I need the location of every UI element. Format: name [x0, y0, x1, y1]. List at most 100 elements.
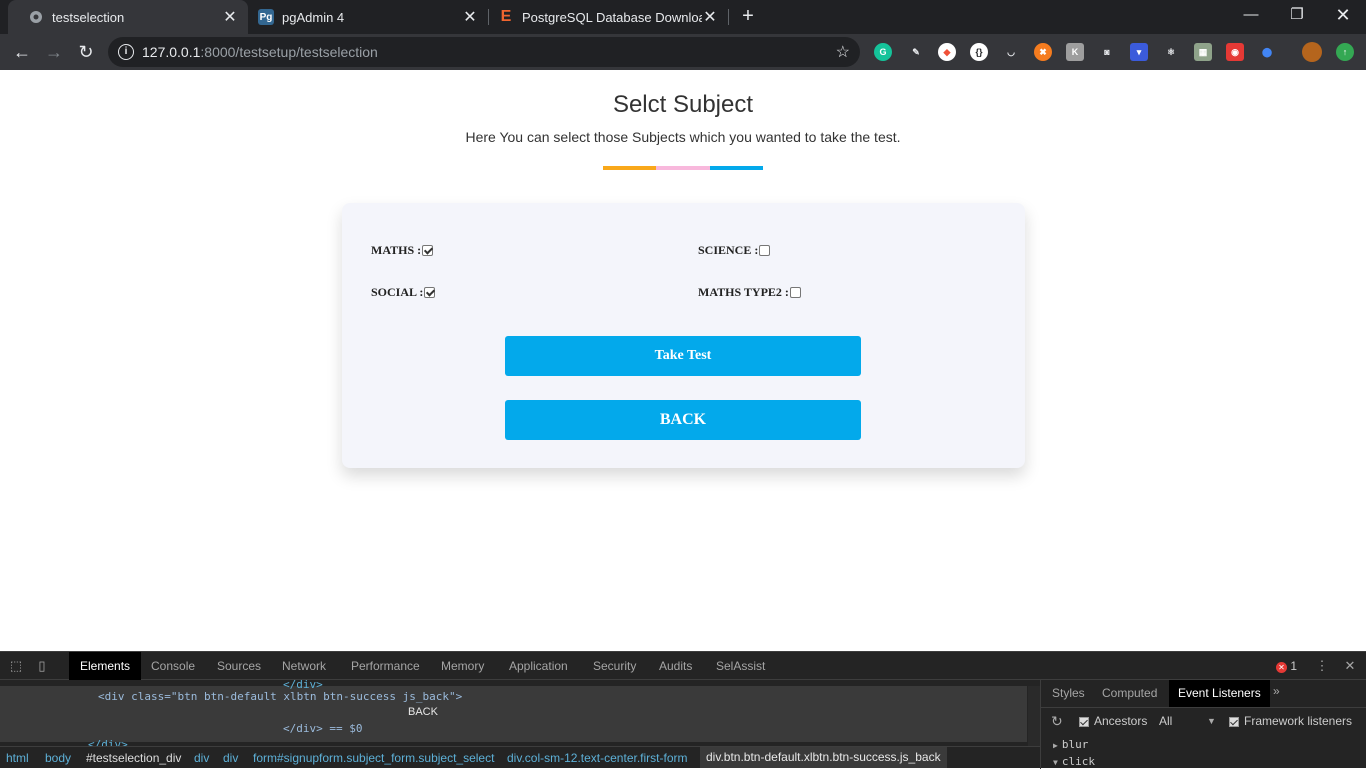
- breadcrumb-item[interactable]: html: [6, 751, 29, 765]
- tab-testselection[interactable]: testselection ✕: [8, 0, 248, 34]
- breadcrumb-item[interactable]: div: [194, 751, 209, 765]
- accent-bar-pink: [656, 166, 710, 170]
- edb-favicon-icon: E: [500, 8, 512, 25]
- tab-pgadmin[interactable]: Pg pgAdmin 4 ✕: [238, 0, 488, 34]
- more-options-icon[interactable]: ⋮: [1314, 658, 1330, 674]
- page-title: Selct Subject: [612, 91, 754, 118]
- bookmark-star-icon[interactable]: ☆: [836, 42, 850, 62]
- tab-postgresql[interactable]: E PostgreSQL Database Download ✕: [478, 0, 728, 34]
- code-line-div-open[interactable]: <div class="btn btn-default xlbtn btn-su…: [98, 690, 462, 703]
- close-tab-icon[interactable]: ✕: [462, 7, 478, 27]
- breadcrumb-item[interactable]: div.col-sm-12.text-center.first-form: [507, 751, 687, 765]
- swift-icon[interactable]: ◆: [938, 43, 956, 61]
- sheet-extension-icon[interactable]: ▦: [1194, 43, 1212, 61]
- k-extension-icon[interactable]: K: [1066, 43, 1084, 61]
- page-content: Selct Subject Here You can select those …: [0, 70, 1366, 651]
- refresh-icon[interactable]: ↻: [1051, 713, 1063, 730]
- side-tab-styles[interactable]: Styles: [1043, 680, 1094, 707]
- subject-science[interactable]: SCIENCE :: [698, 243, 771, 258]
- orange-extension-icon[interactable]: ✖: [1034, 43, 1052, 61]
- breadcrumb-item[interactable]: div: [223, 751, 238, 765]
- tab-title: testselection: [52, 9, 125, 25]
- breadcrumb-item[interactable]: body: [45, 751, 71, 765]
- address-bar[interactable]: i 127.0.0.1:8000/testsetup/testselection…: [108, 37, 860, 67]
- subject-maths-type2[interactable]: MATHS TYPE2 :: [698, 285, 801, 300]
- browser-tab-strip: testselection ✕ Pg pgAdmin 4 ✕ E Postgre…: [0, 0, 1366, 34]
- devtools-tab-selassist[interactable]: SelAssist: [705, 652, 776, 680]
- eyedropper-icon[interactable]: ✎: [907, 43, 925, 61]
- devtools-tab-elements[interactable]: Elements: [69, 652, 142, 680]
- error-counter[interactable]: ✕ 1: [1276, 659, 1297, 673]
- devtools-tab-performance[interactable]: Performance: [340, 652, 431, 680]
- subject-label: SCIENCE :: [698, 243, 759, 257]
- subject-social[interactable]: SOCIAL :: [371, 285, 436, 300]
- device-toolbar-icon[interactable]: ▯: [34, 658, 50, 674]
- page-subtitle: Here You can select those Subjects which…: [465, 129, 901, 145]
- ancestors-toggle[interactable]: Ancestors: [1079, 714, 1147, 728]
- devtools-tab-memory[interactable]: Memory: [430, 652, 495, 680]
- close-window-icon[interactable]: ✕: [1320, 0, 1366, 32]
- devtools-side-panel: Styles Computed Event Listeners » ↻ Ance…: [1040, 680, 1366, 769]
- devtools-tab-security[interactable]: Security: [582, 652, 647, 680]
- framework-listeners-toggle[interactable]: Framework listeners: [1229, 714, 1365, 728]
- devtools-tab-network[interactable]: Network: [271, 652, 337, 680]
- scrollbar[interactable]: [1028, 686, 1040, 746]
- side-tab-event-listeners[interactable]: Event Listeners: [1169, 680, 1270, 707]
- back-button[interactable]: BACK: [505, 400, 861, 440]
- devtools-tab-console[interactable]: Console: [140, 652, 206, 680]
- error-icon: ✕: [1276, 662, 1287, 673]
- grammarly-icon[interactable]: G: [874, 43, 892, 61]
- framework-listeners-checkbox[interactable]: [1229, 716, 1239, 727]
- breadcrumb-item-selected[interactable]: div.btn.btn-default.xlbtn.btn-success.js…: [700, 747, 947, 768]
- close-devtools-icon[interactable]: ✕: [1342, 658, 1358, 674]
- breadcrumb-item[interactable]: form#signupform.subject_form.subject_sel…: [253, 751, 494, 765]
- new-tab-icon[interactable]: +: [737, 5, 759, 27]
- subject-label: SOCIAL :: [371, 285, 424, 299]
- back-arrow-icon[interactable]: ←: [10, 40, 34, 64]
- accent-bar-orange: [603, 166, 657, 170]
- maths-type2-checkbox[interactable]: [789, 287, 801, 298]
- divider: [1041, 707, 1366, 708]
- maths-checkbox[interactable]: [422, 245, 434, 256]
- social-checkbox[interactable]: [424, 287, 436, 298]
- devtools-tab-audits[interactable]: Audits: [648, 652, 703, 680]
- info-icon[interactable]: i: [118, 44, 134, 60]
- forward-arrow-icon[interactable]: →: [42, 40, 66, 64]
- take-test-button[interactable]: Take Test: [505, 336, 861, 376]
- close-tab-icon[interactable]: ✕: [702, 7, 718, 27]
- devtools-tab-bar: ⬚ ▯ Elements Console Sources Network Per…: [0, 652, 1366, 680]
- subject-maths[interactable]: MATHS :: [371, 243, 434, 258]
- search-extension-icon[interactable]: ⬤: [1258, 43, 1276, 61]
- close-tab-icon[interactable]: ✕: [222, 7, 238, 27]
- blue-extension-icon[interactable]: ▾: [1130, 43, 1148, 61]
- reload-icon[interactable]: ↻: [74, 40, 98, 64]
- devtools-tab-sources[interactable]: Sources: [206, 652, 272, 680]
- avatar[interactable]: [1302, 42, 1322, 62]
- minimize-icon[interactable]: —: [1228, 0, 1274, 32]
- subject-label: MATHS TYPE2 :: [698, 285, 789, 299]
- url-text[interactable]: 127.0.0.1:8000/testsetup/testselection: [142, 44, 378, 60]
- breadcrumb-item[interactable]: #testselection_div: [86, 751, 181, 765]
- code-line-text[interactable]: BACK: [408, 706, 438, 718]
- listener-filter-select[interactable]: All ▼: [1159, 714, 1216, 728]
- event-blur[interactable]: ▶ blur: [1053, 738, 1088, 751]
- dropdown-arrow-icon: ▼: [1207, 716, 1216, 726]
- tab-divider: [728, 9, 729, 25]
- camera-icon[interactable]: ◙: [1098, 43, 1116, 61]
- red-extension-icon[interactable]: ◉: [1226, 43, 1244, 61]
- pocket-icon[interactable]: ◡: [1002, 43, 1020, 61]
- event-click[interactable]: ▼ click: [1053, 755, 1095, 768]
- globe-icon: [28, 9, 44, 25]
- accent-bar-blue: [709, 166, 763, 170]
- ancestors-checkbox[interactable]: [1079, 716, 1089, 727]
- inspect-element-icon[interactable]: ⬚: [8, 658, 24, 674]
- react-devtools-icon[interactable]: ⚛: [1162, 43, 1180, 61]
- restore-icon[interactable]: ❐: [1274, 0, 1320, 32]
- more-tabs-icon[interactable]: »: [1273, 684, 1280, 698]
- json-viewer-icon[interactable]: {}: [970, 43, 988, 61]
- side-tab-computed[interactable]: Computed: [1093, 680, 1166, 707]
- science-checkbox[interactable]: [759, 245, 771, 256]
- code-line-div-close[interactable]: </div> == $0: [283, 722, 362, 735]
- devtools-tab-application[interactable]: Application: [498, 652, 579, 680]
- update-icon[interactable]: ↑: [1336, 43, 1354, 61]
